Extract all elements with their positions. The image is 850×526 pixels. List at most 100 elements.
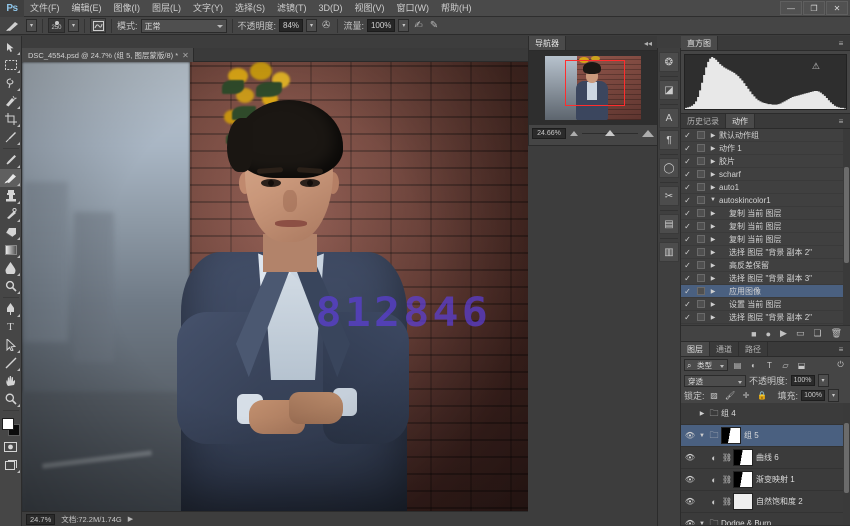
tab-actions[interactable]: 动作	[726, 114, 755, 128]
layer-blend-mode-select[interactable]: 穿透	[684, 375, 746, 387]
dodge-tool[interactable]	[0, 277, 21, 295]
action-expand-icon[interactable]: ▶	[707, 158, 719, 165]
filter-pixel-icon[interactable]: ▤	[731, 359, 744, 372]
clone-source-panel-icon[interactable]: ✂	[659, 186, 679, 206]
layer-mask-thumbnail[interactable]	[733, 449, 753, 466]
clone-stamp-tool[interactable]	[0, 187, 21, 205]
status-menu-arrow-icon[interactable]: ▶	[128, 515, 133, 523]
action-enabled-check[interactable]: ✓	[681, 209, 694, 218]
create-new-action-button[interactable]: ❏	[813, 328, 821, 339]
begin-recording-button[interactable]: ●	[766, 329, 771, 339]
menu-type[interactable]: 文字(Y)	[187, 0, 229, 17]
gradient-tool[interactable]	[0, 241, 21, 259]
opacity-stepper[interactable]: ▾	[306, 19, 317, 32]
actions-scroll-thumb[interactable]	[844, 167, 849, 263]
brush-panel-toggle[interactable]: ▾	[68, 19, 79, 32]
tab-navigator[interactable]: 导航器	[529, 36, 566, 50]
opacity-input[interactable]: 84%	[279, 19, 303, 32]
action-expand-icon[interactable]: ▶	[707, 132, 719, 139]
panel-menu-icon[interactable]: ≡	[835, 39, 847, 48]
panel-menu-icon[interactable]: ≡	[835, 117, 847, 126]
play-selection-button[interactable]: ▶	[780, 328, 787, 339]
tab-channels[interactable]: 通道	[710, 342, 739, 356]
menu-3d[interactable]: 3D(D)	[313, 0, 349, 17]
move-tool[interactable]	[0, 38, 21, 56]
action-expand-icon[interactable]: ▼	[707, 197, 719, 203]
navigator-zoom-value[interactable]: 24.66%	[532, 128, 566, 139]
navigator-view-rect[interactable]	[565, 60, 625, 106]
zoom-in-icon[interactable]	[642, 130, 654, 137]
action-dialog-toggle[interactable]	[694, 222, 707, 230]
brush-tool[interactable]	[0, 169, 21, 187]
brush-preset-dropdown[interactable]: ▾	[26, 19, 37, 32]
menu-window[interactable]: 窗口(W)	[391, 0, 436, 17]
action-row[interactable]: ✓▶应用图像	[681, 285, 850, 298]
layer-row[interactable]: 👁▼🗀Dodge & Burn	[681, 513, 850, 525]
layer-mask-thumbnail[interactable]	[721, 427, 741, 444]
menu-layer[interactable]: 图层(L)	[146, 0, 187, 17]
menu-edit[interactable]: 编辑(E)	[66, 0, 108, 17]
tab-paths[interactable]: 路径	[739, 342, 768, 356]
action-enabled-check[interactable]: ✓	[681, 183, 694, 192]
navigator-zoom-slider[interactable]	[582, 128, 638, 139]
create-new-set-button[interactable]: ▭	[796, 328, 805, 339]
quick-selection-tool[interactable]	[0, 92, 21, 110]
adjustments-panel-icon[interactable]: ◪	[659, 80, 679, 100]
layer-visibility-icon[interactable]: 👁	[683, 453, 697, 462]
action-dialog-toggle[interactable]	[694, 313, 707, 321]
menu-select[interactable]: 选择(S)	[229, 0, 271, 17]
action-dialog-toggle[interactable]	[694, 261, 707, 269]
crop-tool[interactable]	[0, 110, 21, 128]
layer-filter-kind-select[interactable]: 类型	[684, 359, 728, 371]
zoom-out-icon[interactable]	[570, 131, 578, 136]
layers-scrollbar[interactable]	[843, 403, 850, 525]
maximize-button[interactable]: ❐	[803, 1, 825, 15]
action-expand-icon[interactable]: ▶	[707, 249, 719, 256]
action-row[interactable]: ✓▶复制 当前 图层	[681, 220, 850, 233]
action-dialog-toggle[interactable]	[694, 183, 707, 191]
layer-link-icon[interactable]: ⛓	[721, 453, 733, 462]
action-dialog-toggle[interactable]	[694, 274, 707, 282]
action-dialog-toggle[interactable]	[694, 235, 707, 243]
brush-tool-icon[interactable]	[3, 19, 23, 33]
action-row[interactable]: ✓▶复制 当前 图层	[681, 233, 850, 246]
action-dialog-toggle[interactable]	[694, 131, 707, 139]
properties-panel-icon[interactable]: ▤	[659, 214, 679, 234]
action-expand-icon[interactable]: ▶	[707, 262, 719, 269]
action-dialog-toggle[interactable]	[694, 287, 707, 295]
quick-mask-toggle[interactable]	[0, 438, 21, 456]
rectangular-marquee-tool[interactable]	[0, 56, 21, 74]
actions-list[interactable]: ✓▶默认动作组✓▶动作 1✓▶胶片✓▶scharf✓▶auto1✓▼autosk…	[681, 129, 850, 325]
layer-row[interactable]: 👁◐⛓渐变映射 1	[681, 469, 850, 491]
blur-tool[interactable]	[0, 259, 21, 277]
layer-row[interactable]: ▶🗀组 4	[681, 403, 850, 425]
menu-help[interactable]: 帮助(H)	[435, 0, 478, 17]
action-expand-icon[interactable]: ▶	[707, 275, 719, 282]
lasso-tool[interactable]	[0, 74, 21, 92]
action-row[interactable]: ✓▼autoskincolor1	[681, 194, 850, 207]
layer-row[interactable]: 👁◐⛓自然饱和度 2	[681, 491, 850, 513]
layers-scroll-thumb[interactable]	[844, 423, 849, 493]
action-enabled-check[interactable]: ✓	[681, 261, 694, 270]
type-tool[interactable]: T	[0, 318, 21, 336]
document-tab[interactable]: DSC_4554.psd @ 24.7% (组 5, 图层蒙版/8) * ✕	[22, 48, 194, 62]
action-dialog-toggle[interactable]	[694, 248, 707, 256]
lock-transparent-icon[interactable]: ▨	[708, 389, 721, 402]
screen-mode-toggle[interactable]	[0, 456, 21, 474]
filter-smart-object-icon[interactable]: ⬓	[795, 359, 808, 372]
canvas[interactable]: 812846 poco 摄影专题 http://photo.poco.cn/ 实…	[22, 62, 528, 526]
layer-expand-icon[interactable]: ▼	[697, 433, 707, 439]
action-enabled-check[interactable]: ✓	[681, 157, 694, 166]
filter-toggle-icon[interactable]: ⏻	[834, 359, 847, 372]
layer-fill-input[interactable]: 100%	[801, 390, 825, 401]
action-enabled-check[interactable]: ✓	[681, 300, 694, 309]
brush-size-indicator[interactable]: 250	[48, 18, 65, 33]
action-row[interactable]: ✓▶复制 当前 图层	[681, 207, 850, 220]
action-dialog-toggle[interactable]	[694, 196, 707, 204]
histogram-warning-icon[interactable]: ⚠	[812, 61, 820, 72]
filter-shape-icon[interactable]: ▱	[779, 359, 792, 372]
paragraph-panel-icon[interactable]: ¶	[659, 130, 679, 150]
layer-visibility-icon[interactable]: 👁	[683, 475, 697, 484]
layer-link-icon[interactable]: ⛓	[721, 497, 733, 506]
layer-opacity-input[interactable]: 100%	[791, 375, 815, 386]
